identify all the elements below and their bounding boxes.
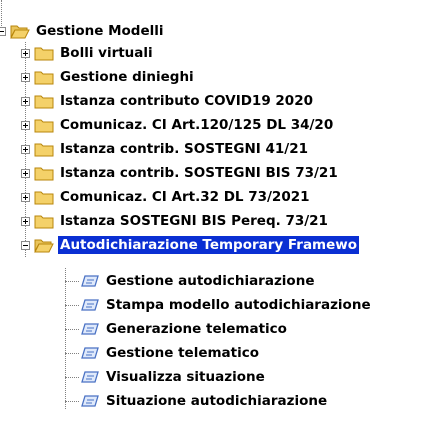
collapse-icon[interactable] bbox=[0, 26, 6, 36]
tree-node-label: Istanza SOSTEGNI BIS Pereq. 73/21 bbox=[60, 213, 328, 229]
folder-icon bbox=[34, 71, 54, 85]
form-icon bbox=[81, 299, 99, 311]
expand-icon[interactable] bbox=[21, 48, 30, 58]
tree-node-sostegni-bis-pereq[interactable]: Istanza SOSTEGNI BIS Pereq. 73/21 bbox=[21, 209, 330, 233]
folder-icon bbox=[34, 119, 54, 133]
tree-node-label: Istanza contributo COVID19 2020 bbox=[60, 93, 313, 109]
folder-icon bbox=[34, 215, 54, 229]
tree-connector bbox=[65, 281, 79, 282]
form-icon bbox=[81, 371, 99, 383]
expand-icon[interactable] bbox=[21, 168, 30, 178]
tree-node-autodichiarazione[interactable]: Autodichiarazione Temporary Framewo bbox=[21, 233, 360, 257]
folder-open-icon bbox=[10, 25, 30, 39]
expand-icon[interactable] bbox=[21, 72, 30, 82]
tree-node-label: Bolli virtuali bbox=[60, 45, 153, 61]
tree-node-label: Generazione telematico bbox=[106, 321, 287, 337]
expand-icon[interactable] bbox=[21, 120, 30, 130]
folder-icon bbox=[34, 95, 54, 109]
tree-node-label: Gestione autodichiarazione bbox=[106, 273, 315, 289]
tree-node-label: Gestione telematico bbox=[106, 345, 260, 361]
form-icon bbox=[81, 347, 99, 359]
form-icon bbox=[81, 323, 99, 335]
tree-leaf-visualizza-situazione[interactable]: Visualizza situazione bbox=[80, 365, 267, 389]
expand-icon[interactable] bbox=[21, 144, 30, 154]
folder-icon bbox=[34, 143, 54, 157]
expand-icon[interactable] bbox=[21, 96, 30, 106]
collapse-icon[interactable] bbox=[21, 240, 30, 250]
form-icon bbox=[81, 275, 99, 287]
tree-node-istanza-covid19[interactable]: Istanza contributo COVID19 2020 bbox=[21, 89, 315, 113]
tree-connector bbox=[65, 401, 79, 402]
tree-leaf-situazione-autodichiarazione[interactable]: Situazione autodichiarazione bbox=[80, 389, 329, 413]
expand-icon[interactable] bbox=[21, 192, 30, 202]
tree-connector bbox=[65, 268, 66, 409]
expand-icon[interactable] bbox=[21, 216, 30, 226]
form-icon bbox=[81, 395, 99, 407]
folder-icon bbox=[34, 167, 54, 181]
tree-connector bbox=[65, 329, 79, 330]
tree-connector bbox=[65, 305, 79, 306]
tree-leaf-gestione-autodichiarazione[interactable]: Gestione autodichiarazione bbox=[80, 269, 316, 293]
folder-icon bbox=[34, 191, 54, 205]
tree-connector bbox=[65, 353, 79, 354]
tree-node-bolli-virtuali[interactable]: Bolli virtuali bbox=[21, 41, 155, 65]
tree-node-gestione-dinieghi[interactable]: Gestione dinieghi bbox=[21, 65, 196, 89]
tree-node-root[interactable]: Gestione Modelli bbox=[0, 19, 166, 43]
tree-leaf-stampa-modello[interactable]: Stampa modello autodichiarazione bbox=[80, 293, 373, 317]
tree-connector bbox=[65, 377, 79, 378]
tree-node-label: Istanza contrib. SOSTEGNI BIS 73/21 bbox=[60, 165, 338, 181]
tree-node-label: Gestione Modelli bbox=[36, 23, 164, 39]
tree-view[interactable]: Gestione Modelli Bolli virtuali Gestione… bbox=[0, 0, 445, 422]
tree-node-label: Istanza contrib. SOSTEGNI 41/21 bbox=[60, 141, 308, 157]
tree-node-label: Comunicaz. CI Art.32 DL 73/2021 bbox=[60, 189, 310, 205]
tree-leaf-generazione-telematico[interactable]: Generazione telematico bbox=[80, 317, 289, 341]
tree-node-label: Comunicaz. CI Art.120/125 DL 34/20 bbox=[60, 117, 334, 133]
tree-node-label: Stampa modello autodichiarazione bbox=[106, 297, 371, 313]
tree-node-label: Situazione autodichiarazione bbox=[106, 393, 328, 409]
tree-node-label: Visualizza situazione bbox=[106, 369, 265, 385]
tree-node-comunicaz-art32[interactable]: Comunicaz. CI Art.32 DL 73/2021 bbox=[21, 185, 312, 209]
tree-node-sostegni-41-21[interactable]: Istanza contrib. SOSTEGNI 41/21 bbox=[21, 137, 310, 161]
folder-open-icon bbox=[34, 239, 54, 253]
tree-leaf-gestione-telematico[interactable]: Gestione telematico bbox=[80, 341, 261, 365]
tree-node-label: Gestione dinieghi bbox=[60, 69, 194, 85]
folder-icon bbox=[34, 47, 54, 61]
tree-node-comunicaz-120-125[interactable]: Comunicaz. CI Art.120/125 DL 34/20 bbox=[21, 113, 335, 137]
tree-node-sostegni-bis-73-21[interactable]: Istanza contrib. SOSTEGNI BIS 73/21 bbox=[21, 161, 340, 185]
tree-node-label-selected: Autodichiarazione Temporary Framewo bbox=[58, 236, 360, 254]
